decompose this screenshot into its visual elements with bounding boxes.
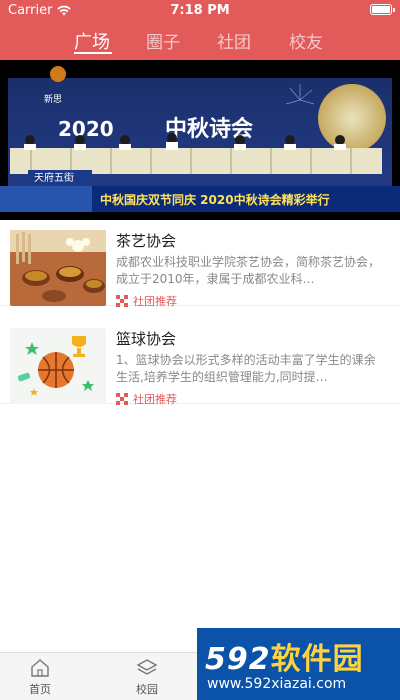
active-tab-indicator [74, 52, 112, 54]
home-icon [31, 659, 49, 677]
watermark-url: www.592xiazai.com [207, 676, 347, 692]
watermark-number: 592 [205, 642, 271, 677]
banner-illustration: 新思 2020 中秋诗会 天府五街 中秋国庆双节同庆 2020中秋诗会精彩举行 [0, 60, 400, 220]
tea-club-thumbnail [10, 230, 106, 306]
item-tag-label: 社团推荐 [133, 393, 177, 406]
battery-icon [370, 4, 395, 15]
item-title: 茶艺协会 [116, 232, 177, 250]
layers-icon [136, 659, 158, 675]
tab-plaza[interactable]: 广场 [74, 28, 110, 54]
item-tag-label: 社团推荐 [133, 295, 177, 308]
tab-clubs[interactable]: 社团 [217, 28, 251, 53]
list-item[interactable]: 篮球协会 1、篮球协会以形式多样的活动丰富了学生的课余生活,培养学生的组织管理能… [0, 318, 400, 407]
svg-text:中秋国庆双节同庆 2020中秋诗会精彩举行: 中秋国庆双节同庆 2020中秋诗会精彩举行 [100, 192, 330, 207]
item-description: 1、篮球协会以形式多样的活动丰富了学生的课余生活,培养学生的组织管理能力,同时提… [116, 353, 376, 384]
svg-text:2020: 2020 [58, 117, 114, 141]
club-tag-icon [116, 295, 128, 307]
item-title: 篮球协会 [116, 330, 177, 348]
watermark-logo: 592软件园 www.592xiazai.com [197, 628, 400, 700]
header-bar: Carrier 7:18 PM 广场 圈子 社团 校友 [0, 0, 400, 60]
watermark-logo-text: 592软件园 [205, 634, 364, 678]
list-item[interactable]: 茶艺协会 成都农业科技职业学院茶艺协会，简称茶艺协会，成立于2010年，隶属于成… [0, 220, 400, 309]
svg-text:新思: 新思 [44, 93, 62, 105]
basketball-club-thumbnail [10, 328, 106, 404]
svg-text:天府五街: 天府五街 [34, 171, 74, 184]
tabbar-label-home: 首页 [29, 683, 51, 696]
top-tabs: 广场 圈子 社团 校友 [0, 22, 400, 58]
tabbar-label-campus: 校园 [136, 683, 158, 696]
watermark-brand: 软件园 [270, 642, 364, 677]
club-recommend-tag: 社团推荐 [116, 391, 177, 407]
tabbar-item-home[interactable]: 首页 [10, 657, 70, 697]
banner-image[interactable]: 新思 2020 中秋诗会 天府五街 中秋国庆双节同庆 2020中秋诗会精彩举行 [0, 60, 400, 220]
status-time: 7:18 PM [170, 3, 230, 18]
tab-circles[interactable]: 圈子 [146, 28, 180, 53]
tab-alumni[interactable]: 校友 [289, 28, 323, 53]
club-recommend-tag: 社团推荐 [116, 293, 177, 309]
status-bar: Carrier 7:18 PM [0, 0, 400, 20]
item-description: 成都农业科技职业学院茶艺协会，简称茶艺协会，成立于2010年，隶属于成都农业科… [116, 255, 381, 286]
tabbar-item-campus[interactable]: 校园 [117, 657, 177, 697]
club-tag-icon [116, 393, 128, 405]
